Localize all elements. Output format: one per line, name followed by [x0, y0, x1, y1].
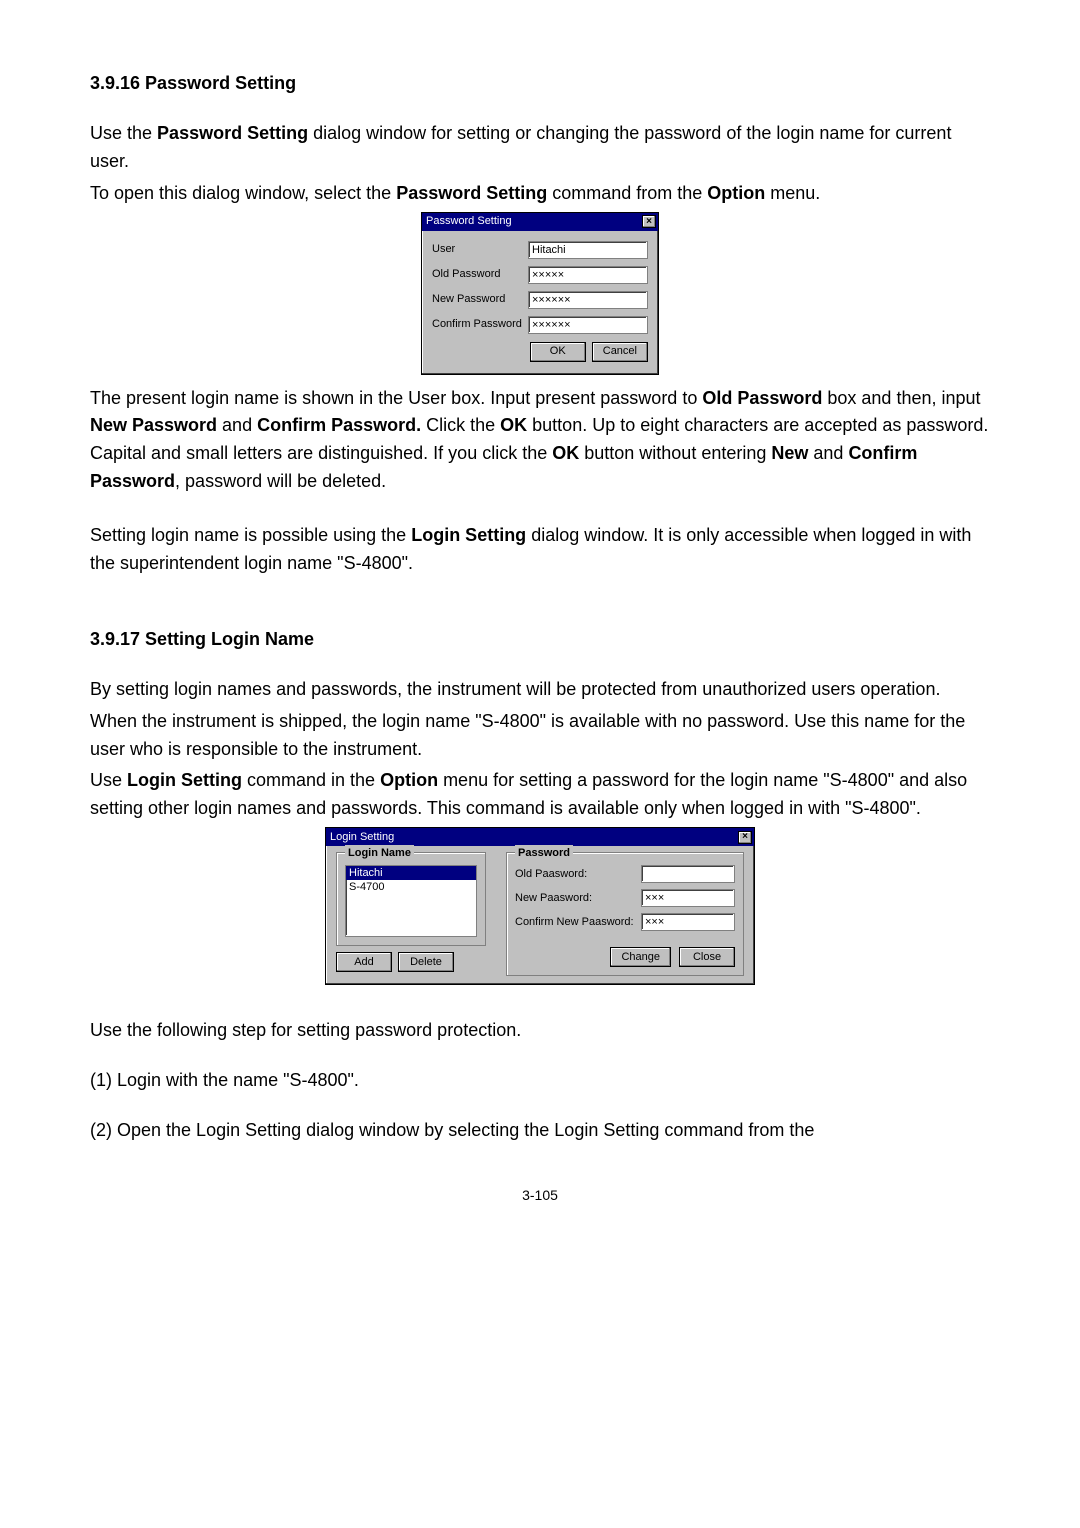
user-input[interactable]: Hitachi [528, 241, 648, 259]
step-2: (2) Open the Login Setting dialog window… [90, 1117, 990, 1145]
dialog-titlebar[interactable]: Login Setting × [326, 828, 754, 846]
text-bold: Option [380, 770, 438, 790]
login-name-listbox[interactable]: Hitachi S-4700 [345, 865, 477, 937]
add-button[interactable]: Add [336, 952, 392, 972]
text: Click the [421, 415, 500, 435]
close-icon[interactable]: × [642, 215, 656, 228]
text-bold: New [771, 443, 808, 463]
new-password-input[interactable]: ×××××× [528, 291, 648, 309]
new-password-label: New Paasword: [515, 890, 641, 907]
dialog-body: User Hitachi Old Password ××××× New Pass… [422, 231, 658, 374]
paragraph: Use Login Setting command in the Option … [90, 767, 990, 823]
old-password-input[interactable]: ××××× [528, 266, 648, 284]
paragraph: Use the Password Setting dialog window f… [90, 120, 990, 176]
cancel-button[interactable]: Cancel [592, 342, 648, 362]
text-bold: Password Setting [396, 183, 547, 203]
step-1: (1) Login with the name "S-4800". [90, 1067, 990, 1095]
confirm-password-input[interactable]: ×××××× [528, 316, 648, 334]
text-bold: Login Setting [411, 525, 526, 545]
text: menu. [765, 183, 820, 203]
login-setting-dialog: Login Setting × Login Name Hitachi S-470… [325, 827, 755, 985]
figure-password-setting: Password Setting × User Hitachi Old Pass… [90, 212, 990, 375]
text-bold: OK [500, 415, 527, 435]
password-group: Password Old Paasword: New Paasword: ×××… [506, 852, 744, 976]
ok-button[interactable]: OK [530, 342, 586, 362]
paragraph: The present login name is shown in the U… [90, 385, 990, 497]
confirm-new-password-label: Confirm New Paasword: [515, 914, 641, 931]
confirm-password-label: Confirm Password [432, 316, 528, 333]
dialog-title: Password Setting [426, 213, 512, 230]
login-name-group: Login Name Hitachi S-4700 [336, 852, 486, 946]
text: To open this dialog window, select the [90, 183, 396, 203]
text: , password will be deleted. [175, 471, 386, 491]
page-number: 3-105 [90, 1185, 990, 1207]
text: Setting login name is possible using the [90, 525, 411, 545]
old-password-label: Old Password [432, 266, 528, 283]
text-bold: Password Setting [157, 123, 308, 143]
text: command in the [242, 770, 380, 790]
text: and [808, 443, 848, 463]
text: and [217, 415, 257, 435]
confirm-new-password-input[interactable]: ××× [641, 913, 735, 931]
close-button[interactable]: Close [679, 947, 735, 967]
text: box and then, input [822, 388, 980, 408]
section-heading-3917: 3.9.17 Setting Login Name [90, 626, 990, 654]
text-bold: New Password [90, 415, 217, 435]
figure-login-setting: Login Setting × Login Name Hitachi S-470… [90, 827, 990, 985]
change-button[interactable]: Change [610, 947, 671, 967]
login-name-legend: Login Name [345, 845, 414, 862]
paragraph: To open this dialog window, select the P… [90, 180, 990, 208]
paragraph: Setting login name is possible using the… [90, 522, 990, 578]
user-label: User [432, 241, 528, 258]
text-bold: Old Password [702, 388, 822, 408]
list-item[interactable]: Hitachi [346, 866, 476, 880]
paragraph: By setting login names and passwords, th… [90, 676, 990, 704]
text: Use the [90, 123, 157, 143]
paragraph: When the instrument is shipped, the logi… [90, 708, 990, 764]
section-heading-3916: 3.9.16 Password Setting [90, 70, 990, 98]
text-bold: Confirm Password. [257, 415, 421, 435]
new-password-label: New Password [432, 291, 528, 308]
text: Use [90, 770, 127, 790]
dialog-body: Login Name Hitachi S-4700 Add Delete Pas… [326, 846, 754, 984]
dialog-titlebar[interactable]: Password Setting × [422, 213, 658, 231]
list-item[interactable]: S-4700 [346, 880, 476, 894]
new-password-input[interactable]: ××× [641, 889, 735, 907]
delete-button[interactable]: Delete [398, 952, 454, 972]
paragraph: Use the following step for setting passw… [90, 1017, 990, 1045]
password-legend: Password [515, 845, 573, 862]
text: command from the [547, 183, 707, 203]
dialog-title: Login Setting [330, 829, 394, 846]
old-password-label: Old Paasword: [515, 866, 641, 883]
password-setting-dialog: Password Setting × User Hitachi Old Pass… [421, 212, 659, 375]
text: button without entering [579, 443, 771, 463]
text-bold: OK [552, 443, 579, 463]
text-bold: Login Setting [127, 770, 242, 790]
text-bold: Option [707, 183, 765, 203]
close-icon[interactable]: × [738, 831, 752, 844]
text: The present login name is shown in the U… [90, 388, 702, 408]
old-password-input[interactable] [641, 865, 735, 883]
